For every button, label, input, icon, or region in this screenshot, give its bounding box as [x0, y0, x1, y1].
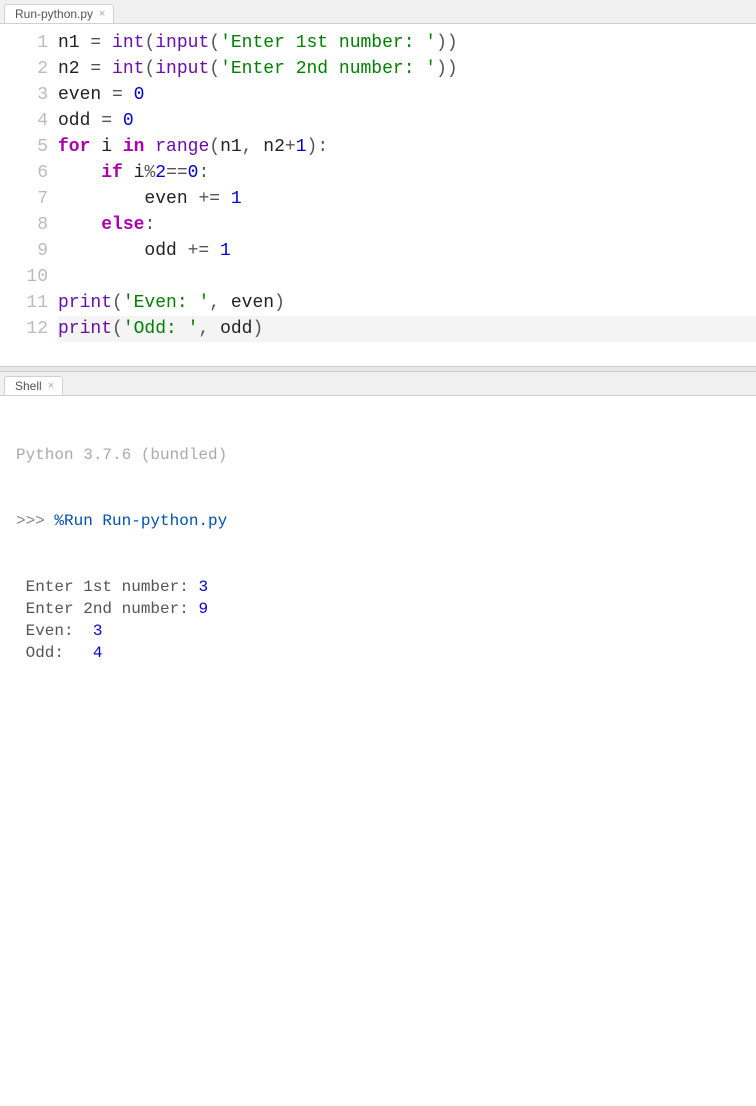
editor-tab-label: Run-python.py: [15, 7, 93, 21]
close-icon[interactable]: ×: [99, 8, 105, 20]
code-line[interactable]: even = 0: [58, 82, 756, 108]
shell-tab-label: Shell: [15, 379, 42, 393]
shell-tab[interactable]: Shell ×: [4, 376, 63, 395]
shell-output-line: Enter 1st number: 3: [16, 576, 746, 598]
shell-output-line: Enter 2nd number: 9: [16, 598, 746, 620]
editor-panel: Run-python.py × 123456789101112 n1 = int…: [0, 0, 756, 366]
line-number: 7: [0, 186, 48, 212]
code-area[interactable]: n1 = int(input('Enter 1st number: '))n2 …: [58, 24, 756, 366]
code-line[interactable]: for i in range(n1, n2+1):: [58, 134, 756, 160]
line-number: 8: [0, 212, 48, 238]
editor-tab[interactable]: Run-python.py ×: [4, 4, 114, 23]
line-number: 11: [0, 290, 48, 316]
code-line[interactable]: [58, 264, 756, 290]
line-number-gutter: 123456789101112: [0, 24, 58, 366]
line-number: 10: [0, 264, 48, 290]
editor-tab-bar: Run-python.py ×: [0, 0, 756, 24]
shell-version: Python 3.7.6 (bundled): [16, 444, 746, 466]
line-number: 3: [0, 82, 48, 108]
shell-tab-bar: Shell ×: [0, 372, 756, 396]
code-line[interactable]: print('Even: ', even): [58, 290, 756, 316]
code-line[interactable]: else:: [58, 212, 756, 238]
code-line[interactable]: if i%2==0:: [58, 160, 756, 186]
shell-prompt-line: >>> %Run Run-python.py: [16, 510, 746, 532]
code-line[interactable]: odd += 1: [58, 238, 756, 264]
line-number: 12: [0, 316, 48, 342]
code-line[interactable]: n1 = int(input('Enter 1st number: ')): [58, 30, 756, 56]
code-line[interactable]: n2 = int(input('Enter 2nd number: ')): [58, 56, 756, 82]
line-number: 6: [0, 160, 48, 186]
shell-panel: Shell × Python 3.7.6 (bundled) >>> %Run …: [0, 372, 756, 712]
close-icon[interactable]: ×: [48, 380, 54, 392]
shell-output[interactable]: Python 3.7.6 (bundled) >>> %Run Run-pyth…: [0, 396, 756, 712]
code-line[interactable]: even += 1: [58, 186, 756, 212]
shell-output-line: Even: 3: [16, 620, 746, 642]
shell-run-output: Enter 1st number: 3 Enter 2nd number: 9 …: [16, 576, 746, 664]
line-number: 9: [0, 238, 48, 264]
shell-output-line: Odd: 4: [16, 642, 746, 664]
line-number: 5: [0, 134, 48, 160]
code-line[interactable]: print('Odd: ', odd): [58, 316, 756, 342]
line-number: 2: [0, 56, 48, 82]
line-number: 1: [0, 30, 48, 56]
code-editor[interactable]: 123456789101112 n1 = int(input('Enter 1s…: [0, 24, 756, 366]
line-number: 4: [0, 108, 48, 134]
code-line[interactable]: odd = 0: [58, 108, 756, 134]
